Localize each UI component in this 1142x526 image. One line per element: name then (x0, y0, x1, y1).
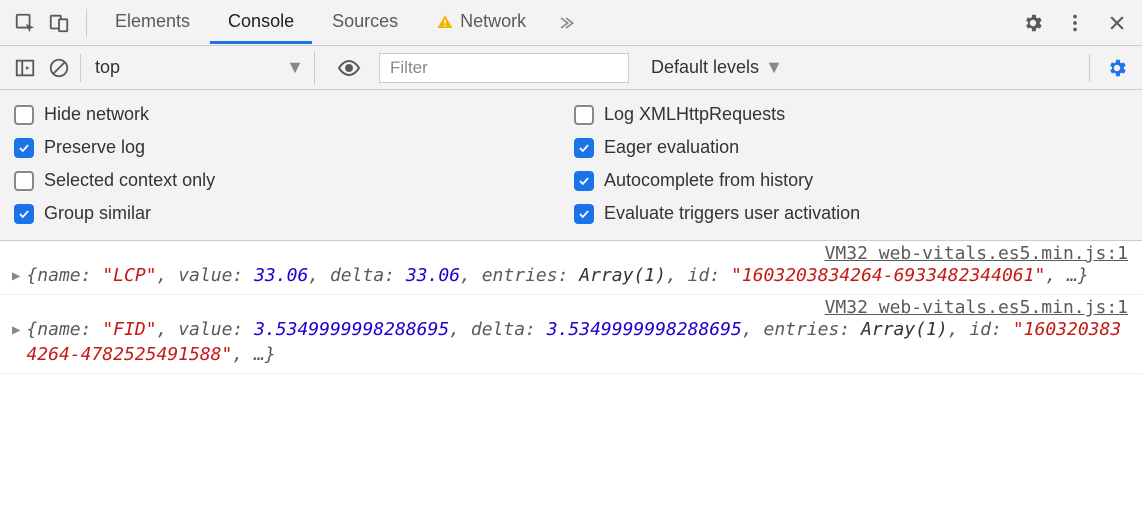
checkbox-checked-icon (14, 204, 34, 224)
devtools-tabs: Elements Console Sources Network (97, 1, 586, 44)
console-settings-gear-icon[interactable] (1100, 51, 1134, 85)
setting-preserve-log[interactable]: Preserve log (14, 137, 574, 158)
separator (86, 9, 87, 37)
log-object[interactable]: {name: "FID", value: 3.5349999998288695,… (26, 318, 1132, 367)
setting-group-similar[interactable]: Group similar (14, 203, 574, 224)
setting-label: Evaluate triggers user activation (604, 203, 860, 224)
more-options-icon[interactable] (1058, 6, 1092, 40)
setting-label: Group similar (44, 203, 151, 224)
tab-elements[interactable]: Elements (97, 1, 208, 44)
log-levels-select[interactable]: Default levels ▼ (639, 57, 795, 78)
console-toolbar: top ▼ Default levels ▼ (0, 46, 1142, 90)
inspect-element-icon[interactable] (8, 6, 42, 40)
separator (80, 54, 81, 82)
setting-label: Selected context only (44, 170, 215, 191)
log-source-link[interactable]: VM32 web-vitals.es5.min.js:1 (0, 297, 1142, 318)
expand-triangle-icon[interactable]: ▶ (12, 268, 20, 284)
checkbox-unchecked-icon (574, 105, 594, 125)
separator (1089, 54, 1090, 82)
context-select-label: top (95, 57, 120, 78)
setting-selected-context[interactable]: Selected context only (14, 170, 574, 191)
setting-evaluate-triggers[interactable]: Evaluate triggers user activation (574, 203, 860, 224)
setting-label: Hide network (44, 104, 149, 125)
devtools-top-toolbar: Elements Console Sources Network (0, 0, 1142, 46)
checkbox-checked-icon (14, 138, 34, 158)
setting-autocomplete-history[interactable]: Autocomplete from history (574, 170, 813, 191)
warning-icon (436, 13, 454, 31)
checkbox-checked-icon (574, 138, 594, 158)
close-icon[interactable] (1100, 6, 1134, 40)
log-source-link[interactable]: VM32 web-vitals.es5.min.js:1 (0, 243, 1142, 264)
expand-triangle-icon[interactable]: ▶ (12, 322, 20, 338)
setting-label: Autocomplete from history (604, 170, 813, 191)
console-settings-panel: Hide network Log XMLHttpRequests Preserv… (0, 90, 1142, 241)
live-expression-icon[interactable] (329, 56, 369, 80)
log-object[interactable]: {name: "LCP", value: 33.06, delta: 33.06… (26, 264, 1088, 288)
tab-label: Elements (115, 11, 190, 32)
setting-label: Eager evaluation (604, 137, 739, 158)
caret-down-icon: ▼ (765, 57, 783, 78)
setting-label: Log XMLHttpRequests (604, 104, 785, 125)
checkbox-unchecked-icon (14, 105, 34, 125)
setting-hide-network[interactable]: Hide network (14, 104, 574, 125)
settings-gear-icon[interactable] (1016, 6, 1050, 40)
checkbox-unchecked-icon (14, 171, 34, 191)
top-right-controls (1016, 6, 1134, 40)
clear-console-icon[interactable] (42, 51, 76, 85)
toggle-sidebar-icon[interactable] (8, 51, 42, 85)
device-toggle-icon[interactable] (42, 6, 76, 40)
console-log: VM32 web-vitals.es5.min.js:1 ▶ {name: "L… (0, 241, 1142, 374)
log-levels-label: Default levels (651, 57, 759, 78)
log-entry: VM32 web-vitals.es5.min.js:1 ▶ {name: "F… (0, 295, 1142, 374)
setting-label: Preserve log (44, 137, 145, 158)
tab-console[interactable]: Console (210, 1, 312, 44)
caret-down-icon: ▼ (286, 57, 304, 78)
filter-input[interactable] (379, 53, 629, 83)
setting-log-xhr[interactable]: Log XMLHttpRequests (574, 104, 785, 125)
tab-network[interactable]: Network (418, 1, 544, 44)
context-select[interactable]: top ▼ (85, 51, 315, 85)
tab-label: Console (228, 11, 294, 32)
log-entry: VM32 web-vitals.es5.min.js:1 ▶ {name: "L… (0, 241, 1142, 295)
tab-sources[interactable]: Sources (314, 1, 416, 44)
checkbox-checked-icon (574, 204, 594, 224)
tab-label: Sources (332, 11, 398, 32)
setting-eager-eval[interactable]: Eager evaluation (574, 137, 739, 158)
more-tabs-icon[interactable] (546, 13, 586, 33)
checkbox-checked-icon (574, 171, 594, 191)
tab-label: Network (460, 11, 526, 32)
